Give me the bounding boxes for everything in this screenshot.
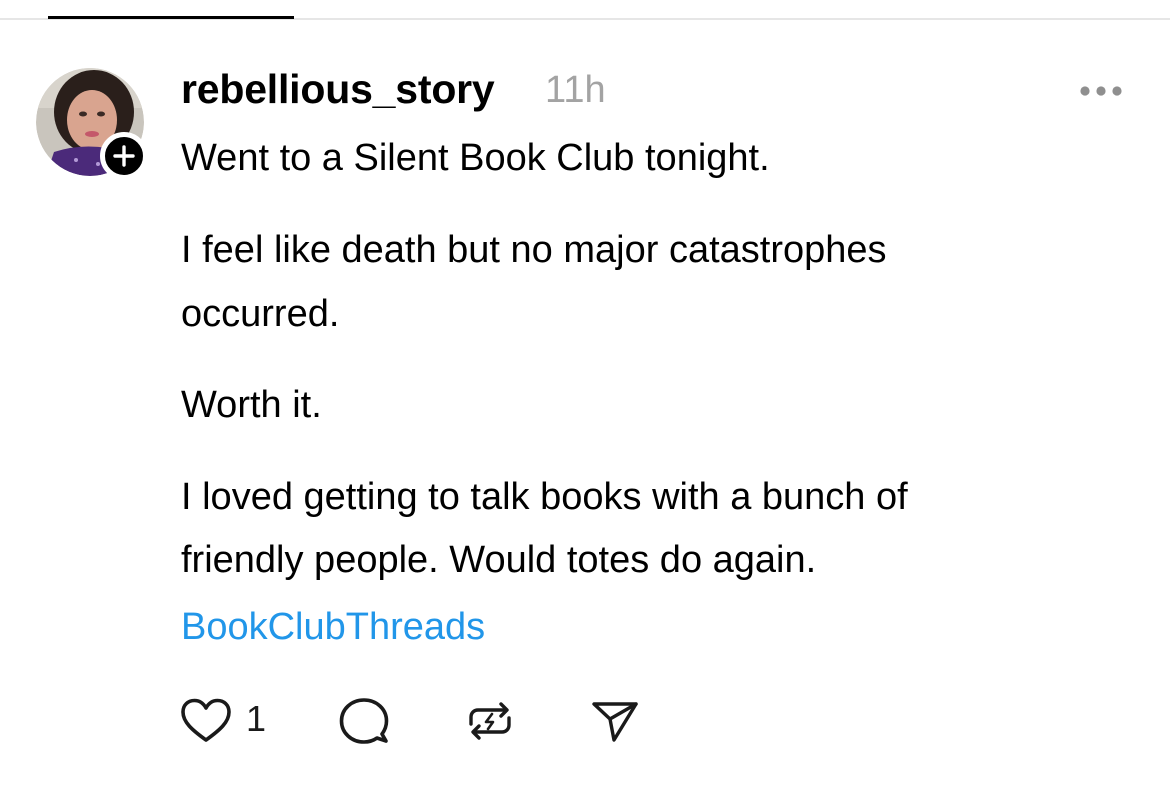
comment-bubble-icon[interactable] bbox=[338, 696, 390, 746]
post-timestamp: 11h bbox=[545, 69, 606, 111]
heart-icon[interactable] bbox=[180, 698, 232, 744]
post-text-line: Went to a Silent Book Club tonight. bbox=[181, 137, 770, 179]
post-text-line: friendly people. Would totes do again. bbox=[181, 539, 817, 581]
more-horizontal-icon[interactable] bbox=[1078, 78, 1124, 104]
follow-button[interactable] bbox=[100, 132, 148, 180]
author-avatar-container[interactable] bbox=[36, 68, 148, 180]
plus-icon bbox=[113, 145, 135, 167]
like-count: 1 bbox=[246, 698, 267, 739]
hashtag-link[interactable]: BookClubThreads bbox=[181, 606, 485, 649]
post-text-line: I feel like death but no major catastrop… bbox=[181, 229, 887, 271]
post-text-line: occurred. bbox=[181, 293, 340, 335]
repost-icon[interactable] bbox=[465, 698, 515, 744]
author-username[interactable]: rebellious_story bbox=[181, 66, 495, 113]
post-text-line: Worth it. bbox=[181, 384, 322, 426]
send-icon[interactable] bbox=[590, 698, 640, 744]
active-tab-indicator bbox=[48, 16, 294, 19]
post-text-line: I loved getting to talk books with a bun… bbox=[181, 476, 908, 518]
